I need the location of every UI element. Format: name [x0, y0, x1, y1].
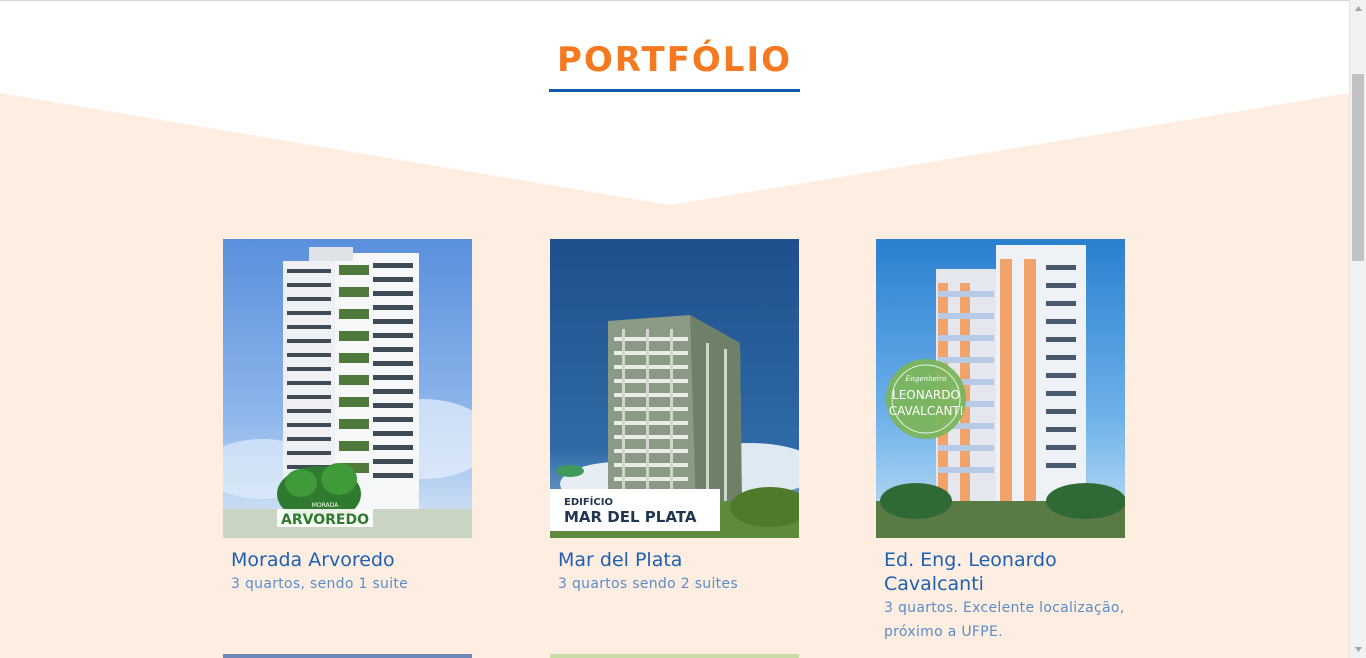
section-heading: PORTFÓLIO — [549, 39, 800, 92]
marplata-logo-line2: MAR DEL PLATA — [564, 508, 697, 526]
portfolio-card-leonardo-cavalcanti[interactable]: Engenheiro LEONARDO CAVALCANTI Ed. Eng. … — [876, 239, 1125, 644]
portfolio-card-next-row-peek[interactable] — [550, 654, 799, 658]
portfolio-description: 3 quartos sendo 2 suites — [558, 576, 738, 592]
scrollbar-thumb[interactable] — [1352, 74, 1364, 261]
portfolio-card-mar-del-plata[interactable]: EDIFÍCIO MAR DEL PLATA Mar del Plata 3 q… — [550, 239, 799, 596]
portfolio-image-morada-arvoredo[interactable]: MORADA ARVOREDO — [223, 239, 472, 538]
triangle-down-icon[interactable] — [1350, 641, 1366, 658]
portfolio-card-morada-arvoredo[interactable]: MORADA ARVOREDO Morada Arvoredo 3 quarto… — [223, 239, 472, 596]
page-viewport: PORTFÓLIO MORADA ARVOREDO Morada Arvored… — [0, 0, 1349, 658]
section-wedge-divider — [0, 1, 1349, 205]
portfolio-description: 3 quartos. Excelente localização, próxim… — [884, 600, 1125, 640]
marplata-logo-line1: EDIFÍCIO — [564, 495, 613, 508]
leonardo-logo-line3: CAVALCANTI — [889, 404, 964, 418]
vertical-scrollbar[interactable] — [1349, 0, 1366, 658]
portfolio-title[interactable]: Morada Arvoredo — [223, 548, 472, 572]
portfolio-image-leonardo-cavalcanti[interactable]: Engenheiro LEONARDO CAVALCANTI — [876, 239, 1125, 538]
triangle-up-icon[interactable] — [1350, 0, 1366, 17]
portfolio-description: 3 quartos, sendo 1 suite — [231, 576, 409, 592]
leonardo-logo-line2: LEONARDO — [892, 388, 960, 402]
portfolio-title[interactable]: Ed. Eng. Leonardo Cavalcanti — [876, 548, 1125, 596]
morada-logo-line2: ARVOREDO — [281, 512, 369, 528]
section-title-underline — [549, 89, 800, 92]
leonardo-logo-line1: Engenheiro — [904, 375, 946, 383]
portfolio-image-mar-del-plata[interactable]: EDIFÍCIO MAR DEL PLATA — [550, 239, 799, 538]
morada-logo-line1: MORADA — [312, 502, 339, 509]
portfolio-title[interactable]: Mar del Plata — [550, 548, 799, 572]
section-title: PORTFÓLIO — [556, 40, 792, 80]
portfolio-card-next-row-peek[interactable] — [223, 654, 472, 658]
